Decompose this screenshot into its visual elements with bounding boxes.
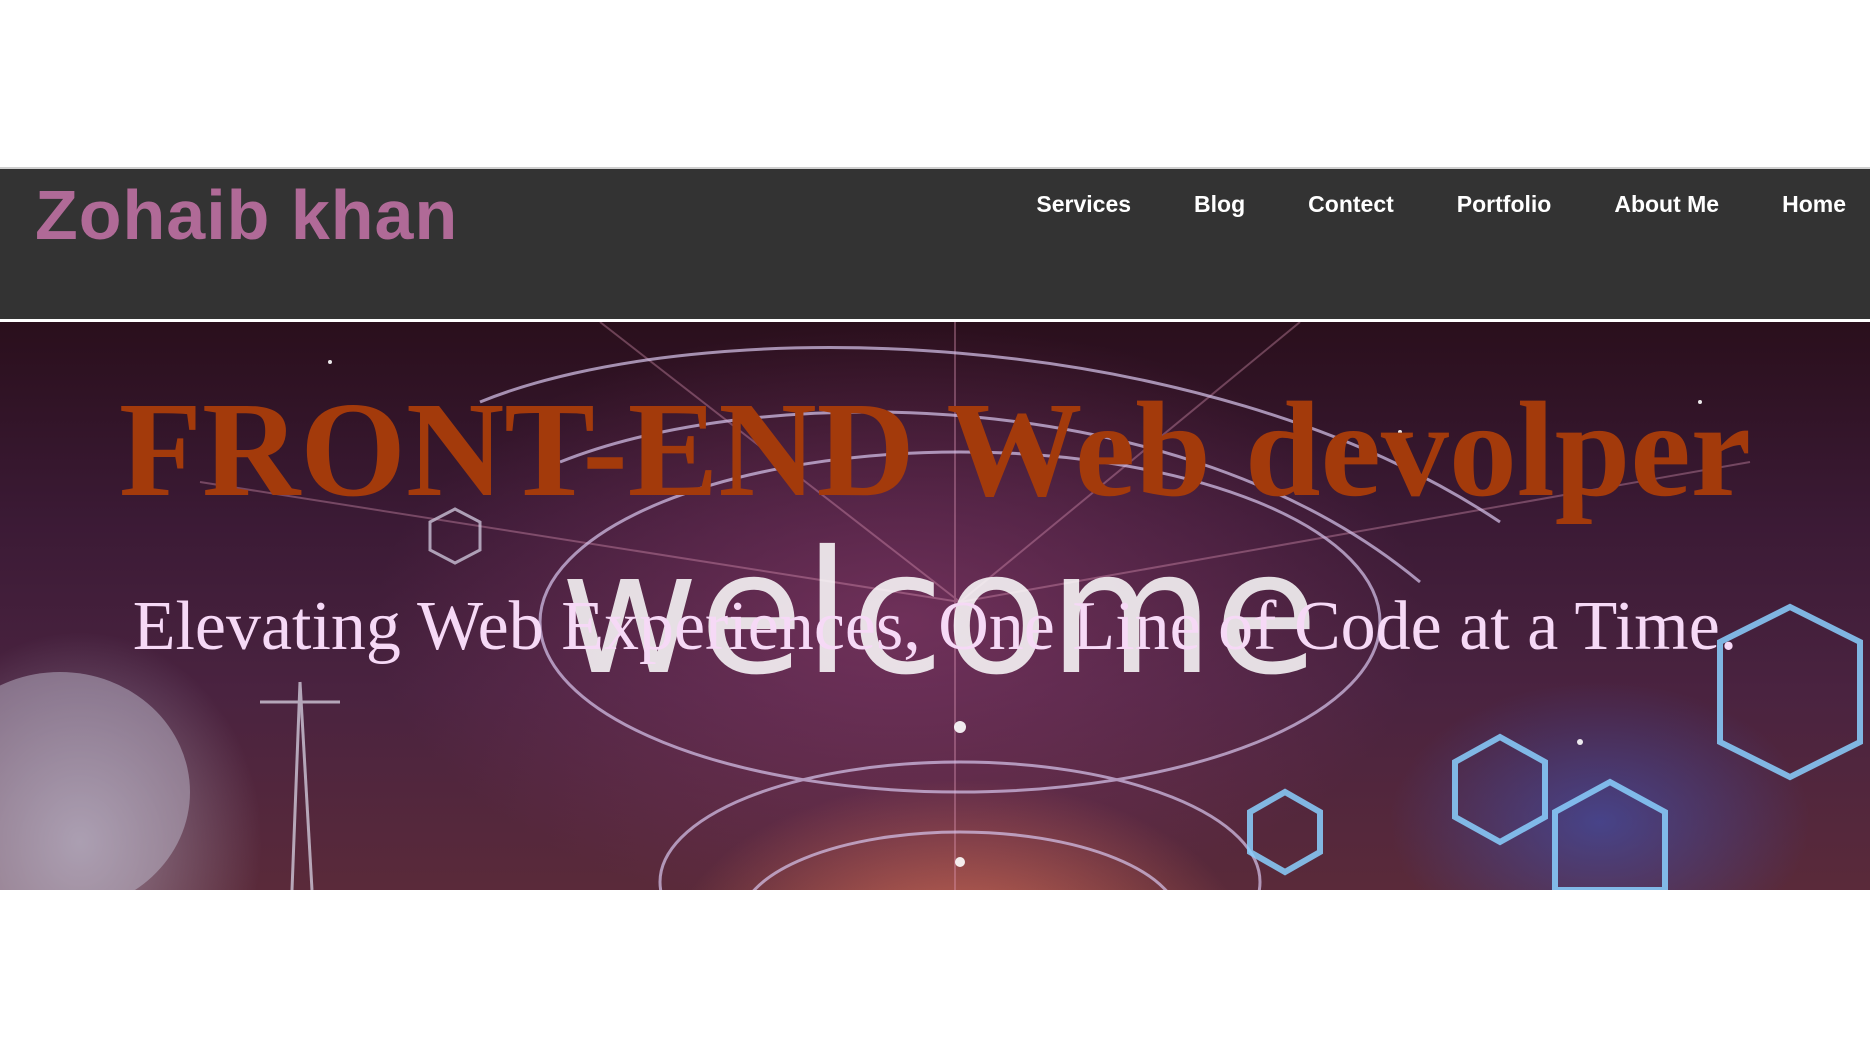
- page: Zohaib khan Services Blog Contect Portfo…: [0, 0, 1870, 1053]
- navbar: Zohaib khan Services Blog Contect Portfo…: [0, 167, 1870, 319]
- nav-menu: Services Blog Contect Portfolio About Me…: [973, 191, 1846, 218]
- hero-title: FRONT-END Web devolper: [118, 375, 1752, 525]
- brand-logo[interactable]: Zohaib khan: [35, 175, 458, 256]
- hero-banner: welcome FRONT-END Web devolper Elevating…: [0, 322, 1870, 890]
- nav-link-services[interactable]: Services: [1036, 191, 1131, 218]
- nav-link-about-me[interactable]: About Me: [1614, 191, 1719, 218]
- nav-link-blog[interactable]: Blog: [1194, 191, 1245, 218]
- nav-link-home[interactable]: Home: [1782, 191, 1846, 218]
- nav-link-portfolio[interactable]: Portfolio: [1457, 191, 1552, 218]
- hero-subtitle: Elevating Web Experiences, One Line of C…: [132, 588, 1738, 665]
- nav-link-contact[interactable]: Contect: [1308, 191, 1394, 218]
